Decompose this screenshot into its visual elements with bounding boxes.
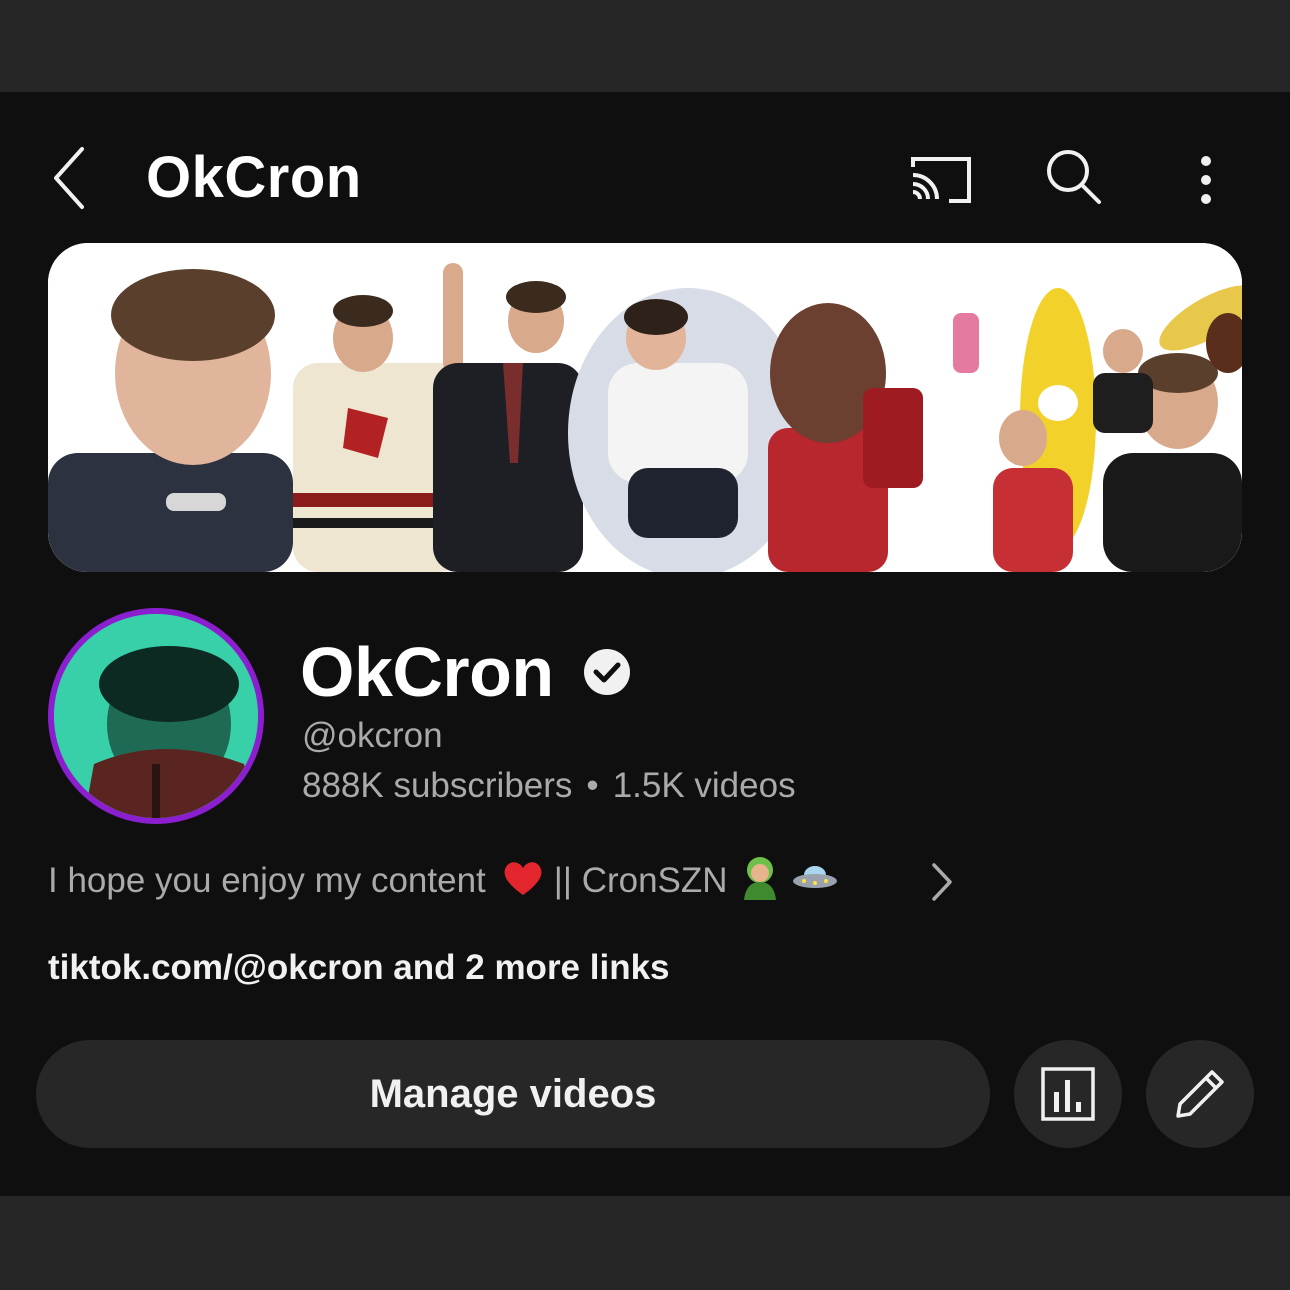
heart-emoji-icon: [502, 859, 544, 906]
edit-channel-button[interactable]: [1146, 1040, 1254, 1148]
page-title: OkCron: [146, 145, 362, 210]
channel-handle: @okcron: [302, 716, 443, 755]
channel-avatar[interactable]: [48, 608, 264, 824]
channel-name: OkCron: [300, 633, 554, 711]
search-icon: [1047, 150, 1101, 204]
status-area-bottom: [0, 1196, 1290, 1290]
subscriber-count: 888K subscribers: [302, 766, 573, 805]
chevron-right-icon: [924, 856, 960, 908]
manage-videos-button[interactable]: Manage videos: [36, 1040, 990, 1148]
video-count: 1.5K videos: [612, 766, 796, 805]
description-text: I hope you enjoy my content || CronSZN: [48, 856, 838, 909]
channel-banner: [48, 243, 1242, 572]
channel-links[interactable]: tiktok.com/@okcron and 2 more links: [48, 948, 670, 988]
more-vert-icon: [1201, 156, 1211, 204]
top-app-bar: OkCron: [0, 92, 1290, 242]
avatar-image: [54, 614, 258, 818]
channel-description[interactable]: I hope you enjoy my content || CronSZN: [48, 852, 968, 912]
analytics-icon: [1041, 1067, 1095, 1121]
description-part2: || CronSZN: [553, 860, 728, 900]
more-options-button[interactable]: [1178, 144, 1234, 216]
status-area-top: [0, 0, 1290, 92]
channel-name-row: OkCron: [300, 632, 630, 712]
channel-stats: 888K subscribers • 1.5K videos: [302, 766, 796, 806]
chevron-left-icon: [54, 147, 84, 209]
pencil-icon: [1176, 1070, 1224, 1118]
stats-separator: •: [586, 766, 599, 805]
person-emoji-icon: [740, 856, 780, 909]
ufo-emoji-icon: [792, 862, 838, 902]
search-button[interactable]: [1038, 144, 1110, 210]
cast-icon: [911, 157, 971, 203]
description-part1: I hope you enjoy my content: [48, 860, 486, 900]
verified-check-icon: [583, 649, 630, 695]
cast-button[interactable]: [905, 148, 977, 210]
analytics-button[interactable]: [1014, 1040, 1122, 1148]
channel-page: OkCron OkCron @okcron 888K subscribers •…: [0, 92, 1290, 1196]
banner-image: [48, 243, 1242, 572]
back-button[interactable]: [40, 142, 100, 214]
